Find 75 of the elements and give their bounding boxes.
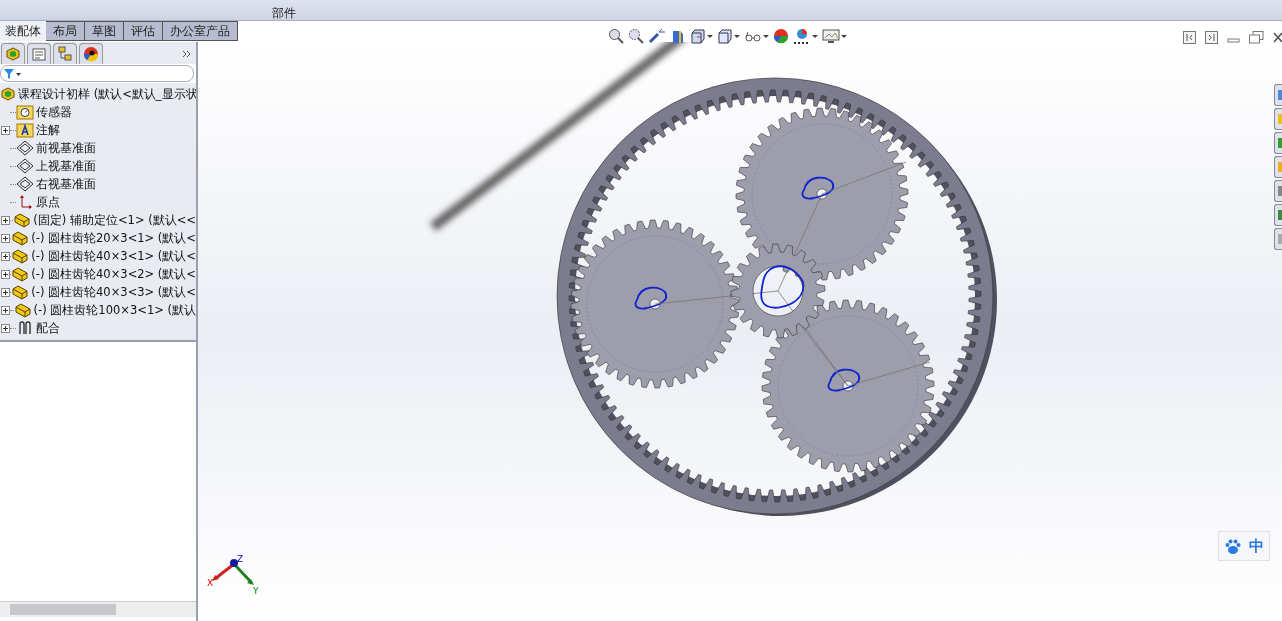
expand-icon[interactable] (1, 215, 10, 225)
part-icon (13, 302, 32, 318)
part-icon (11, 230, 30, 246)
tree-item[interactable]: 右视基准面 (36, 176, 96, 192)
tree-item[interactable]: 配合 (36, 320, 60, 336)
toolbar-label[interactable]: 部件 (272, 7, 296, 20)
part-icon (11, 266, 30, 282)
section-view-icon[interactable] (670, 28, 686, 44)
tree-item[interactable]: (-) 圆柱齿轮40×3<2> (默认< (31, 266, 196, 282)
task-pane-tab[interactable] (1274, 228, 1282, 250)
part-icon (11, 284, 30, 300)
ribbon-tab[interactable]: 草图 (85, 21, 124, 41)
property-tab-icon[interactable] (27, 43, 51, 64)
plane-icon (16, 140, 34, 156)
task-pane-tab[interactable] (1274, 132, 1282, 154)
tree-item[interactable]: (固定) 辅助定位<1> (默认<< (33, 212, 196, 228)
caret-icon[interactable] (707, 34, 713, 38)
restore-icon[interactable] (1249, 31, 1264, 44)
tree-item[interactable]: 原点 (36, 194, 60, 210)
tile-left-icon[interactable] (1183, 31, 1196, 44)
sensor-folder-icon (16, 104, 34, 120)
task-pane-tab[interactable] (1274, 84, 1282, 106)
caret-icon[interactable] (841, 34, 847, 38)
tree-item[interactable]: (-) 圆柱齿轮40×3<3> (默认< (31, 284, 196, 300)
expand-icon[interactable] (1, 233, 10, 243)
part-icon (13, 212, 32, 228)
plane-icon (16, 176, 34, 192)
zoom-fit-icon[interactable] (608, 28, 624, 44)
expand-icon[interactable] (1, 287, 10, 297)
caret-icon[interactable] (812, 34, 818, 38)
display-style-cube-icon[interactable] (717, 28, 733, 44)
task-pane-tab[interactable] (1274, 180, 1282, 202)
expand-icon[interactable] (1, 125, 10, 135)
task-pane-tab[interactable] (1274, 204, 1282, 226)
ribbon-tab[interactable]: 办公室产品 (163, 21, 238, 41)
expand-chevron-icon[interactable] (182, 49, 192, 59)
paw-icon (1224, 538, 1241, 554)
part-icon (11, 248, 30, 264)
horizontal-scrollbar[interactable] (0, 601, 196, 617)
task-pane-tab[interactable] (1274, 108, 1282, 130)
view-orientation-icon[interactable] (690, 28, 706, 44)
caret-icon[interactable] (763, 34, 769, 38)
plane-icon (16, 158, 34, 174)
ribbon-tab[interactable]: 评估 (124, 21, 163, 41)
expand-icon[interactable] (1, 251, 10, 261)
tile-right-icon[interactable] (1205, 31, 1218, 44)
task-pane-tab[interactable] (1274, 156, 1282, 178)
expand-icon[interactable] (1, 269, 10, 279)
filter-field[interactable] (0, 65, 194, 82)
ribbon-tab[interactable]: 装配体 (0, 21, 46, 41)
close-icon[interactable] (1273, 31, 1282, 44)
assembly-icon (0, 86, 16, 102)
feature-tree-tab-icon[interactable] (1, 43, 25, 64)
tree-item[interactable]: (-) 圆柱齿轮20×3<1> (默认< (31, 230, 196, 246)
paperclip-icon (16, 320, 34, 336)
expand-icon[interactable] (1, 323, 10, 333)
tree-item[interactable]: 传感器 (36, 104, 72, 120)
tree-item[interactable]: 上视基准面 (36, 158, 96, 174)
previous-view-icon[interactable] (648, 28, 666, 44)
input-method-badge[interactable]: 中 (1218, 531, 1270, 561)
tree-item[interactable]: 注解 (36, 122, 60, 138)
filter-icon[interactable] (3, 67, 21, 80)
tree-item[interactable]: 前视基准面 (36, 140, 96, 156)
tree-item[interactable]: (-) 圆柱齿轮100×3<1> (默认 (33, 302, 196, 318)
scene-icon[interactable] (793, 28, 811, 44)
appearance-ball-icon[interactable] (773, 28, 789, 44)
ribbon-tab[interactable]: 布局 (46, 21, 85, 41)
monitor-icon[interactable] (822, 28, 840, 44)
zoom-area-icon[interactable] (628, 28, 644, 44)
expand-icon[interactable] (1, 305, 10, 315)
input-mode-label[interactable]: 中 (1248, 536, 1264, 556)
caret-icon[interactable] (734, 34, 740, 38)
tree-item[interactable]: (-) 圆柱齿轮40×3<1> (默认< (31, 248, 196, 264)
appearance-tab-icon[interactable] (79, 43, 103, 64)
annotation-folder-icon (16, 122, 34, 138)
